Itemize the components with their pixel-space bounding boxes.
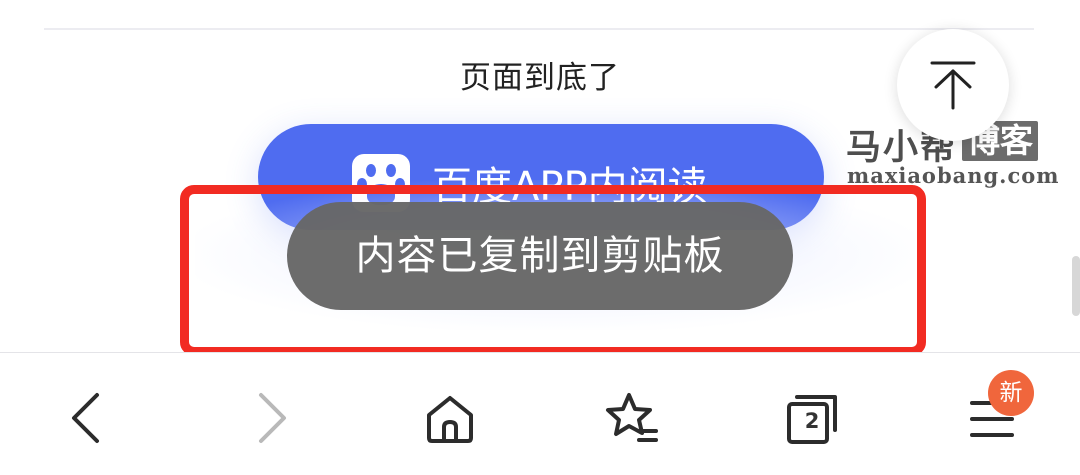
red-highlight-box [180, 185, 926, 356]
star-list-icon [606, 393, 658, 442]
chevron-right-icon [259, 393, 286, 443]
home-icon [427, 396, 473, 443]
forward-button[interactable] [236, 383, 306, 453]
tab-count: 2 [804, 409, 820, 433]
chevron-left-icon [72, 393, 99, 443]
browser-screen: 页面到底了 百度APP内阅读 马小帮 博客 maxiaobang.com 内容已… [0, 0, 1080, 475]
tabs-button[interactable]: 2 [777, 383, 847, 453]
favorites-button[interactable] [596, 383, 666, 453]
back-to-top-button[interactable] [897, 29, 1009, 141]
bottom-toolbar: 2 [0, 353, 1080, 475]
scrollbar-thumb[interactable] [1072, 256, 1080, 316]
back-button[interactable] [52, 383, 122, 453]
top-divider [44, 28, 1034, 30]
arrow-up-to-top-icon [930, 61, 976, 110]
new-badge: 新 [988, 370, 1034, 416]
home-button[interactable] [415, 383, 485, 453]
